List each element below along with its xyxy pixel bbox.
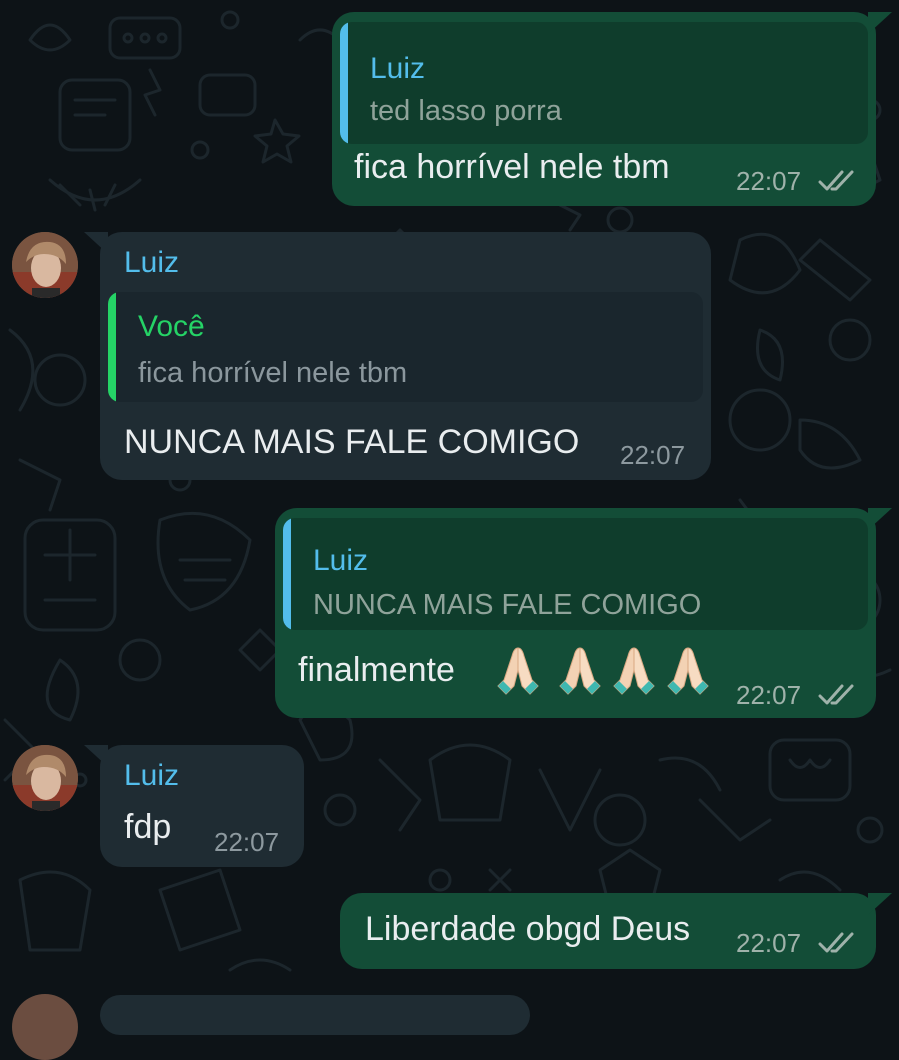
double-check-icon: [818, 932, 854, 953]
bubble-tail: [84, 745, 108, 767]
quote-text: NUNCA MAIS FALE COMIGO: [313, 589, 702, 621]
folded-hands-emoji: [613, 647, 655, 695]
folded-hands-emoji: [497, 647, 539, 695]
folded-hands-emoji: [667, 647, 709, 695]
quote-bar: [340, 22, 348, 144]
quote-author: Luiz: [313, 544, 369, 577]
message-bubble-outgoing[interactable]: Luiz NUNCA MAIS FALE COMIGO finalmente 2…: [275, 508, 892, 718]
quoted-message[interactable]: Você fica horrível nele tbm: [108, 292, 703, 402]
contact-avatar[interactable]: [12, 745, 78, 811]
quoted-message[interactable]: Luiz ted lasso porra: [340, 22, 868, 144]
message-time: 22:07: [736, 680, 802, 710]
message-time: 22:07: [214, 827, 280, 857]
bubble-tail: [868, 893, 892, 915]
quote-author: Você: [138, 310, 205, 343]
message-text: fica horrível nele tbm: [354, 148, 670, 186]
message-time: 22:07: [736, 928, 802, 958]
message-text: Liberdade obgd Deus: [365, 910, 691, 948]
message-time: 22:07: [736, 166, 802, 196]
message-text: finalmente: [298, 651, 455, 689]
bubble-tail: [84, 232, 108, 254]
double-check-icon: [818, 684, 854, 705]
contact-avatar[interactable]: [12, 232, 78, 298]
quoted-message[interactable]: Luiz NUNCA MAIS FALE COMIGO: [283, 518, 868, 630]
double-check-icon: [818, 170, 854, 191]
quote-text: fica horrível nele tbm: [138, 357, 408, 389]
message-bubble-outgoing[interactable]: Liberdade obgd Deus 22:07: [340, 893, 892, 969]
quote-bar: [108, 292, 116, 402]
message-text: fdp: [124, 808, 172, 846]
quote-author: Luiz: [370, 52, 426, 85]
message-bubble-incoming[interactable]: [100, 995, 530, 1035]
bubble-tail: [868, 508, 892, 530]
contact-avatar[interactable]: [12, 994, 78, 1060]
quote-bar: [283, 518, 291, 630]
quote-text: ted lasso porra: [370, 95, 562, 127]
sender-name: Luiz: [124, 246, 180, 279]
message-text: NUNCA MAIS FALE COMIGO: [124, 423, 580, 461]
avatar-photo: [12, 745, 78, 811]
message-bubble-outgoing[interactable]: Luiz ted lasso porra fica horrível nele …: [332, 12, 892, 206]
bubble-tail: [868, 12, 892, 34]
message-bubble-incoming[interactable]: Luiz Você fica horrível nele tbm NUNCA M…: [84, 232, 711, 480]
message-bubble-incoming[interactable]: Luiz fdp 22:07: [84, 745, 304, 867]
avatar-photo: [12, 232, 78, 298]
sender-name: Luiz: [124, 759, 180, 792]
folded-hands-emoji: [559, 647, 601, 695]
message-time: 22:07: [620, 440, 686, 470]
